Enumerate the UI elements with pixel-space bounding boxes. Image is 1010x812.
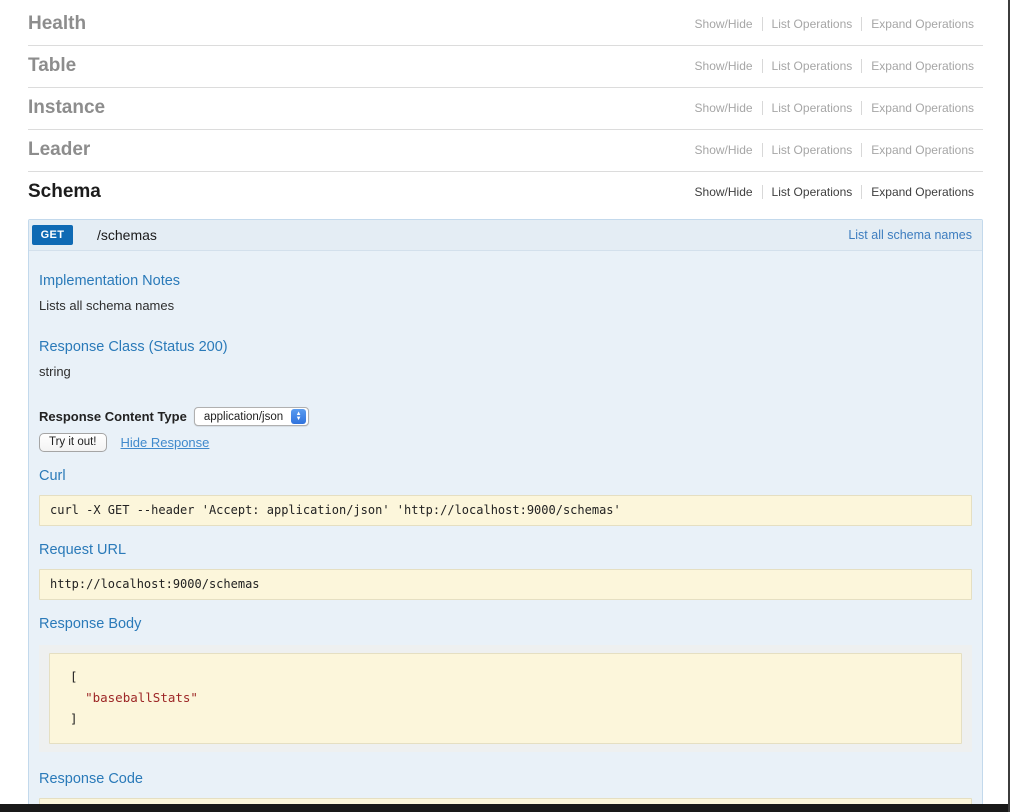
show-hide-link[interactable]: Show/Hide (686, 185, 762, 199)
hide-response-link[interactable]: Hide Response (121, 435, 210, 450)
implementation-notes-heading: Implementation Notes (39, 273, 972, 289)
section-links: Show/Hide List Operations Expand Operati… (686, 59, 983, 73)
section-title-leader[interactable]: Leader (28, 139, 90, 161)
select-stepper-icon: ▲▼ (291, 409, 306, 424)
show-hide-link[interactable]: Show/Hide (686, 17, 762, 31)
resource-section-leader: Leader Show/Hide List Operations Expand … (28, 130, 983, 171)
list-operations-link[interactable]: List Operations (762, 143, 862, 157)
show-hide-link[interactable]: Show/Hide (686, 59, 762, 73)
response-content-type-label: Response Content Type (39, 409, 187, 424)
operation-heading: GET /schemas List all schema names (29, 220, 982, 251)
json-bracket-open: [ (70, 669, 78, 684)
swagger-resources-list: Health Show/Hide List Operations Expand … (28, 0, 983, 812)
response-body-block: [ "baseballStats" ] (39, 645, 972, 752)
resource-section-health: Health Show/Hide List Operations Expand … (28, 4, 983, 45)
response-content-type-row: Response Content Type application/json ▲… (39, 407, 972, 426)
operation-get-schemas: GET /schemas List all schema names Imple… (28, 219, 983, 812)
operation-content: Implementation Notes Lists all schema na… (29, 251, 982, 812)
section-links: Show/Hide List Operations Expand Operati… (686, 101, 983, 115)
section-links: Show/Hide List Operations Expand Operati… (686, 143, 983, 157)
response-code-heading: Response Code (39, 771, 972, 787)
curl-heading: Curl (39, 468, 972, 484)
list-operations-link[interactable]: List Operations (762, 17, 862, 31)
json-bracket-close: ] (70, 711, 78, 726)
response-body-json: [ "baseballStats" ] (49, 653, 962, 744)
operation-path-link[interactable]: /schemas (97, 227, 157, 243)
request-url-heading: Request URL (39, 542, 972, 558)
http-method-badge[interactable]: GET (32, 225, 73, 245)
list-operations-link[interactable]: List Operations (762, 101, 862, 115)
response-content-type-select[interactable]: application/json ▲▼ (194, 407, 309, 426)
operation-summary-link[interactable]: List all schema names (848, 228, 972, 242)
show-hide-link[interactable]: Show/Hide (686, 143, 762, 157)
section-title-instance[interactable]: Instance (28, 97, 105, 119)
window-bottom-edge (0, 804, 1008, 812)
section-title-health[interactable]: Health (28, 13, 86, 35)
expand-operations-link[interactable]: Expand Operations (861, 185, 983, 199)
request-url-block: http://localhost:9000/schemas (39, 569, 972, 600)
response-body-heading: Response Body (39, 616, 972, 632)
json-string-value: "baseballStats" (85, 690, 198, 705)
response-class-heading: Response Class (Status 200) (39, 339, 972, 355)
expand-operations-link[interactable]: Expand Operations (861, 101, 983, 115)
expand-operations-link[interactable]: Expand Operations (861, 17, 983, 31)
selected-content-type: application/json (204, 411, 283, 423)
section-title-schema[interactable]: Schema (28, 181, 101, 203)
section-title-table[interactable]: Table (28, 55, 76, 77)
response-class-value: string (39, 364, 972, 379)
section-links: Show/Hide List Operations Expand Operati… (686, 17, 983, 31)
try-it-out-button[interactable]: Try it out! (39, 433, 107, 452)
operation-actions-row: Try it out! Hide Response (39, 433, 972, 452)
resource-section-table: Table Show/Hide List Operations Expand O… (28, 46, 983, 87)
resource-section-schema: Schema Show/Hide List Operations Expand … (28, 172, 983, 213)
curl-command-block: curl -X GET --header 'Accept: applicatio… (39, 495, 972, 526)
section-links: Show/Hide List Operations Expand Operati… (686, 185, 983, 199)
show-hide-link[interactable]: Show/Hide (686, 101, 762, 115)
resource-section-instance: Instance Show/Hide List Operations Expan… (28, 88, 983, 129)
implementation-notes-text: Lists all schema names (39, 298, 972, 313)
list-operations-link[interactable]: List Operations (762, 185, 862, 199)
expand-operations-link[interactable]: Expand Operations (861, 143, 983, 157)
expand-operations-link[interactable]: Expand Operations (861, 59, 983, 73)
list-operations-link[interactable]: List Operations (762, 59, 862, 73)
